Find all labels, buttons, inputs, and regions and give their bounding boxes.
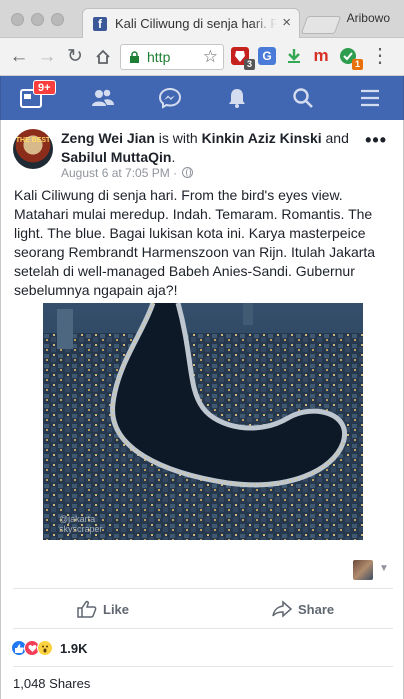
home-icon[interactable] bbox=[92, 46, 114, 68]
author-name-link[interactable]: Zeng Wei Jian bbox=[61, 130, 155, 146]
post-photo[interactable]: @jakarta skyscraper bbox=[43, 303, 363, 540]
url-text: http bbox=[147, 49, 171, 65]
photo-watermark-line-2: skyscraper bbox=[59, 524, 103, 534]
shares-count[interactable]: 1,048 Shares bbox=[13, 676, 90, 691]
with-text: is with bbox=[154, 130, 202, 146]
tagged-user-link-1[interactable]: Kinkin Aziz Kinski bbox=[202, 130, 322, 146]
close-window-button[interactable] bbox=[11, 13, 24, 26]
tab-close-icon[interactable]: × bbox=[282, 15, 291, 31]
search-icon[interactable] bbox=[291, 87, 315, 109]
author-avatar[interactable]: THE BEST bbox=[13, 129, 53, 169]
tab-title: Kali Ciliwung di senja hari. Fr bbox=[115, 16, 277, 32]
browser-toolbar: ← → ↻ http ☆ 3 G m 1 ⋮ bbox=[0, 38, 404, 76]
bookmark-star-icon[interactable]: ☆ bbox=[203, 47, 218, 67]
city-river-image bbox=[43, 303, 363, 540]
post-timestamp[interactable]: August 6 at 7:05 PM bbox=[61, 166, 170, 180]
reaction-count: 1.9K bbox=[60, 640, 88, 656]
window-titlebar: f Kali Ciliwung di senja hari. Fr × Arib… bbox=[0, 0, 404, 38]
post-text: Kali Ciliwung di senja hari. From the bi… bbox=[14, 187, 376, 298]
m-extension-icon[interactable]: m bbox=[312, 47, 330, 65]
menu-hamburger-icon[interactable] bbox=[358, 87, 382, 109]
extension-badge: 1 bbox=[352, 59, 363, 70]
lock-icon bbox=[130, 51, 139, 63]
back-arrow-icon[interactable]: ← bbox=[8, 46, 30, 68]
and-text: and bbox=[321, 130, 349, 146]
divider bbox=[13, 588, 393, 589]
thumbs-up-icon bbox=[77, 600, 97, 618]
translate-icon[interactable]: G bbox=[258, 47, 276, 65]
photo-watermark-line-1: @jakarta bbox=[59, 514, 96, 524]
avatar-text: THE BEST bbox=[15, 137, 51, 144]
zoom-window-button[interactable] bbox=[51, 13, 64, 26]
reload-icon[interactable]: ↻ bbox=[64, 46, 86, 68]
wow-reaction-icon bbox=[37, 640, 53, 656]
extension-red-icon[interactable]: 3 bbox=[231, 47, 255, 70]
like-label: Like bbox=[103, 601, 130, 617]
friends-icon[interactable] bbox=[91, 87, 115, 109]
photo-watermark: @jakarta skyscraper bbox=[59, 514, 103, 534]
tagged-user-link-2[interactable]: Sabilul MuttaQin bbox=[61, 149, 171, 165]
globe-icon bbox=[182, 167, 194, 178]
more-options-icon[interactable]: ••• bbox=[365, 130, 387, 151]
browser-tab[interactable]: f Kali Ciliwung di senja hari. Fr × bbox=[82, 8, 300, 38]
reactions-summary[interactable]: 1.9K bbox=[11, 638, 87, 658]
divider bbox=[13, 666, 393, 667]
like-button[interactable]: Like bbox=[77, 598, 129, 620]
profile-name[interactable]: Aribowo bbox=[347, 11, 390, 25]
notification-badge: 9+ bbox=[33, 80, 56, 95]
address-bar[interactable]: http ☆ bbox=[120, 44, 224, 70]
share-arrow-icon bbox=[272, 600, 292, 618]
meta-separator: · bbox=[169, 166, 181, 180]
minimize-window-button[interactable] bbox=[31, 13, 44, 26]
extension-green-icon[interactable]: 1 bbox=[339, 47, 363, 70]
facebook-favicon-icon: f bbox=[93, 17, 107, 31]
share-button[interactable]: Share bbox=[272, 598, 334, 620]
forward-arrow-icon[interactable]: → bbox=[36, 46, 58, 68]
feed-post: THE BEST Zeng Wei Jian is with Kinkin Az… bbox=[0, 120, 404, 699]
divider bbox=[13, 628, 393, 629]
browser-menu-icon[interactable]: ⋮ bbox=[370, 46, 390, 66]
share-label: Share bbox=[298, 601, 335, 617]
facebook-navbar: 9+ bbox=[0, 76, 404, 120]
notifications-bell-icon[interactable] bbox=[225, 87, 249, 109]
post-meta: August 6 at 7:05 PM · bbox=[61, 166, 194, 180]
new-tab-button[interactable] bbox=[300, 16, 342, 34]
extension-badge: 3 bbox=[244, 59, 255, 70]
post-header: Zeng Wei Jian is with Kinkin Aziz Kinski… bbox=[61, 129, 361, 167]
header-period: . bbox=[171, 149, 176, 165]
chevron-down-icon[interactable]: ▼ bbox=[379, 563, 389, 574]
messenger-icon[interactable] bbox=[158, 87, 182, 109]
download-icon[interactable] bbox=[285, 47, 303, 65]
post-as-avatar[interactable] bbox=[353, 560, 373, 580]
